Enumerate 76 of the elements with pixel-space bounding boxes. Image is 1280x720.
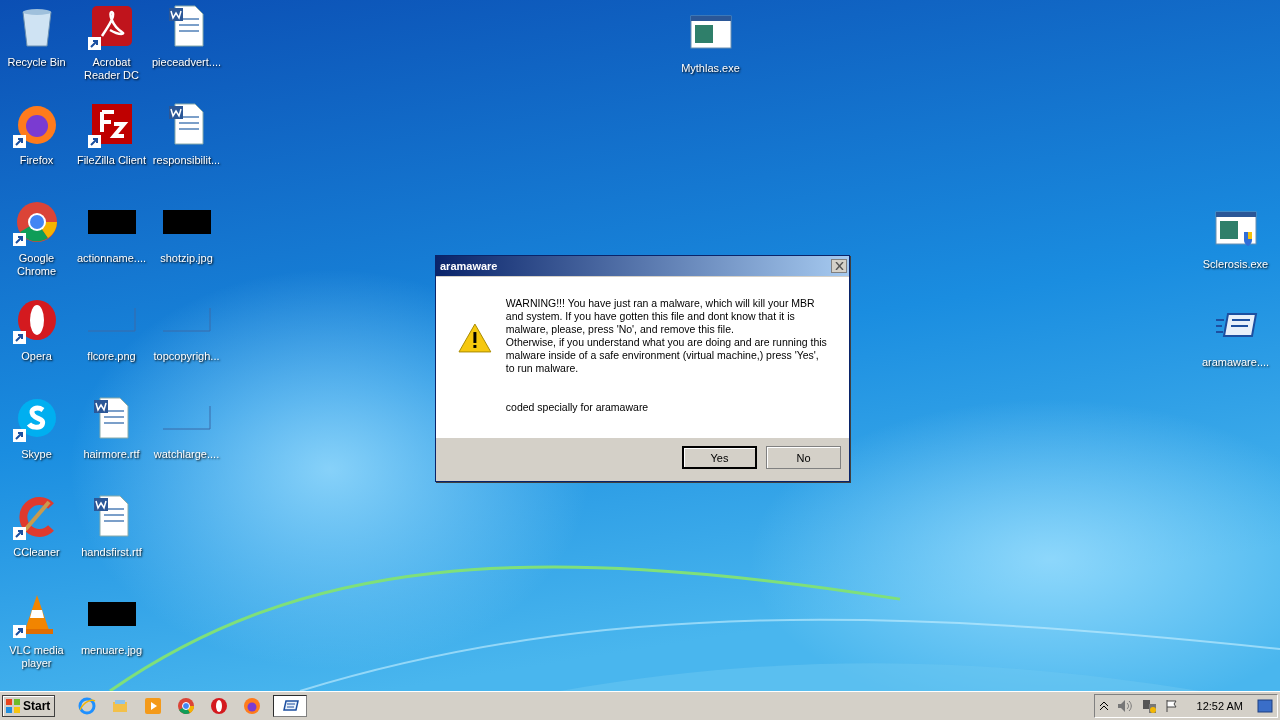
image-thumbnail [162, 406, 211, 430]
taskbar-app-button[interactable] [273, 695, 308, 717]
icon-label: Acrobat Reader DC [83, 56, 140, 82]
icon-label: handsfirst.rtf [80, 546, 143, 559]
icon-label: hairmore.rtf [82, 448, 141, 461]
chrome-icon [177, 697, 196, 715]
desktop-icon[interactable]: CCleaner [0, 490, 74, 588]
icon-label: Opera [20, 350, 53, 363]
icon-label: shotzip.jpg [159, 252, 214, 265]
opera-icon [210, 697, 229, 715]
desktop-icon[interactable]: Firefox [0, 98, 74, 196]
start-button[interactable]: Start [2, 695, 56, 717]
image-thumbnail [162, 210, 211, 234]
icon-label: actionname.... [75, 252, 148, 265]
desktop-icon[interactable]: FileZilla Client [74, 98, 149, 196]
internet-explorer-icon [78, 697, 97, 715]
dialog-button[interactable]: No [766, 446, 841, 469]
icon-label: FileZilla Client [75, 154, 148, 167]
folder-icon [111, 697, 130, 715]
firefox-icon [243, 697, 262, 715]
filezilla-icon [89, 102, 134, 146]
warning-icon [458, 323, 492, 353]
icon-label: Skype [20, 448, 53, 461]
desktop-icon[interactable]: Opera [0, 294, 74, 392]
image-thumbnail [87, 602, 136, 626]
desktop-icon[interactable]: aramaware.... [1198, 300, 1273, 369]
windows-logo-icon [5, 698, 21, 714]
icon-label: watchlarge.... [152, 448, 221, 461]
desktop-icon[interactable]: actionname.... [74, 196, 149, 294]
speaker-icon[interactable] [1116, 699, 1133, 713]
icon-label: responsibilit... [151, 154, 222, 167]
desktop-icon[interactable]: Mythlas.exe [673, 6, 748, 75]
icon-label: Recycle Bin [6, 56, 67, 69]
desktop-icon[interactable]: Sclerosis.exe [1198, 202, 1273, 271]
chrome-icon [14, 200, 59, 244]
desktop-icon[interactable]: Google Chrome [0, 196, 74, 294]
acrobat-icon [89, 4, 134, 48]
icon-label: Firefox [18, 154, 55, 167]
desktop-icon[interactable]: Skype [0, 392, 74, 490]
icon-label: flcore.png [86, 350, 137, 363]
dialog-button[interactable]: Yes [682, 446, 757, 469]
desktop-icon[interactable]: hairmore.rtf [74, 392, 149, 490]
desktop-icon[interactable]: responsibilit... [149, 98, 224, 196]
close-button[interactable] [831, 259, 847, 273]
flag-icon[interactable] [1164, 699, 1179, 713]
media-player-icon [144, 697, 163, 715]
desktop-icon[interactable]: watchlarge.... [149, 392, 224, 490]
icon-label: Sclerosis.exe [1201, 258, 1270, 271]
desktop-icon[interactable]: handsfirst.rtf [74, 490, 149, 588]
close-icon [834, 262, 844, 270]
warning-message: Otherwise, if you understand what you are doing and are running this malware inside of a safe environment (virtual machine,) press 'Yes', to run malware. [505, 336, 828, 375]
chevron-up-icon[interactable] [1098, 700, 1109, 712]
credit-note: coded specially for aramaware [505, 401, 650, 414]
icon-label: VLC media player [8, 644, 65, 670]
warning-message: WARNING!!! You have just ran a malware, which will kill your MBR and system. If you have gotten this file and dont know that it is malware, please, press 'No', and remove this file. [505, 297, 816, 336]
clock[interactable]: 12:52 AM [1196, 700, 1243, 712]
desktop-icon[interactable]: pieceadvert.... [149, 0, 224, 98]
desktop-icon[interactable]: VLC media player [0, 588, 74, 686]
icon-label: CCleaner [12, 546, 61, 559]
desktop-icon[interactable]: Acrobat Reader DC [74, 0, 149, 98]
icon-label: menuare.jpg [79, 644, 144, 657]
image-thumbnail [87, 308, 136, 332]
desktop-icon[interactable]: shotzip.jpg [149, 196, 224, 294]
image-thumbnail [87, 210, 136, 234]
icon-label: aramaware.... [1200, 356, 1271, 369]
network-icon[interactable] [1140, 698, 1157, 714]
desktop-icon[interactable]: topcopyrigh... [149, 294, 224, 392]
desktop-icon[interactable]: Recycle Bin [0, 0, 74, 98]
icon-label: pieceadvert.... [150, 56, 223, 69]
dialog-title: aramaware [440, 260, 498, 272]
icon-label: Google Chrome [15, 252, 58, 278]
icon-label: Mythlas.exe [680, 62, 741, 75]
icon-label: topcopyrigh... [152, 350, 221, 363]
desktop-icon[interactable]: flcore.png [74, 294, 149, 392]
desktop-icon[interactable]: menuare.jpg [74, 588, 149, 686]
image-thumbnail [162, 308, 211, 332]
